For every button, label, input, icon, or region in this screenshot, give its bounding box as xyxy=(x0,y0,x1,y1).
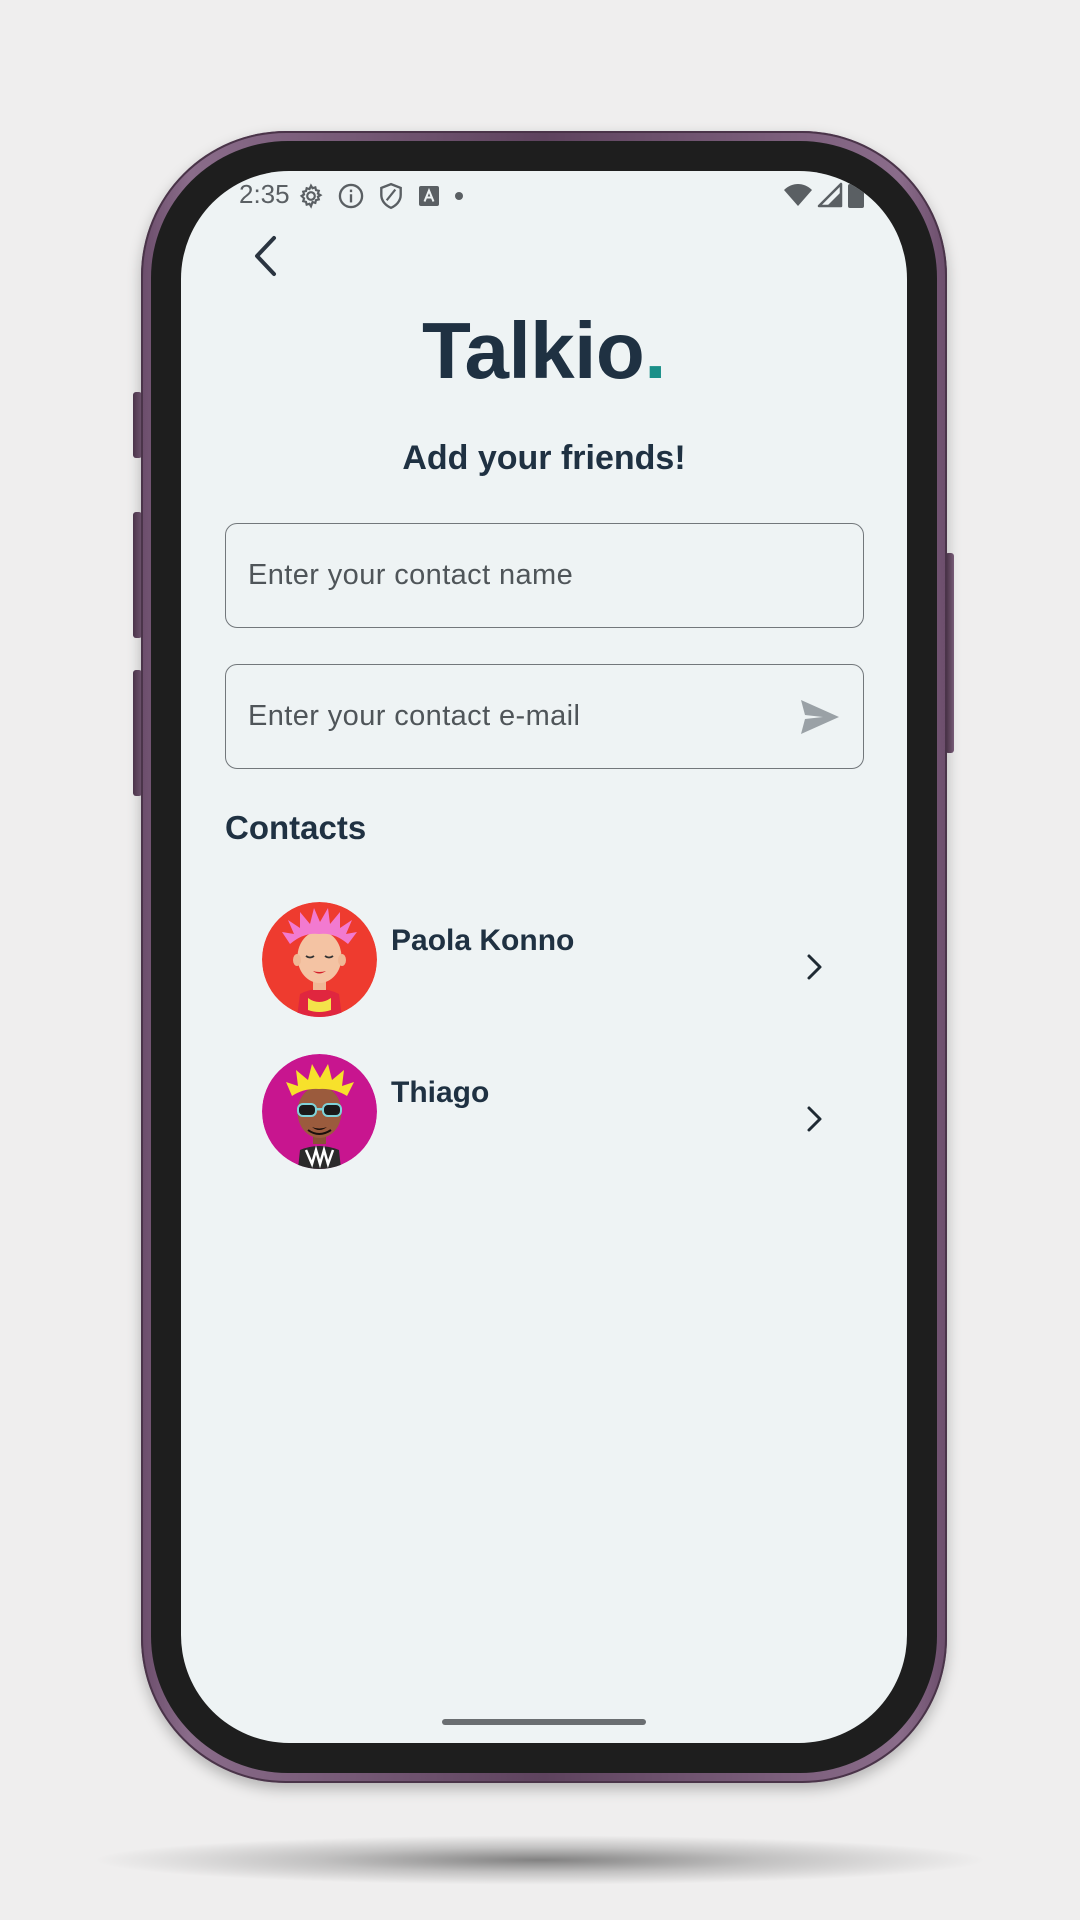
status-notification-icons xyxy=(298,181,477,211)
contact-email-field[interactable] xyxy=(225,664,864,769)
status-system-icons xyxy=(783,181,865,214)
device-mockup: 2:35 Talkio. Add your friends! Enter you… xyxy=(0,0,1080,1920)
contact-name-field[interactable] xyxy=(225,523,864,628)
contact-name: Paola Konno xyxy=(391,924,575,957)
chevron-right-icon[interactable] xyxy=(799,1104,829,1134)
send-button[interactable] xyxy=(799,697,841,737)
app-screen: 2:35 Talkio. Add your friends! Enter you… xyxy=(181,171,907,1743)
contact-list-item[interactable]: Thiago xyxy=(221,1054,861,1174)
contact-name-input[interactable] xyxy=(248,524,808,627)
signal-icon xyxy=(817,182,843,213)
dot-icon xyxy=(454,191,464,201)
gear-icon xyxy=(298,183,324,209)
chevron-left-icon xyxy=(255,236,276,276)
font-a-icon xyxy=(417,184,441,208)
contact-email-input[interactable] xyxy=(248,665,808,768)
contact-name: Thiago xyxy=(391,1076,490,1109)
send-icon xyxy=(801,700,839,734)
logo-accent-dot: . xyxy=(644,306,666,395)
status-time: 2:35 xyxy=(239,179,290,209)
contact-list-item[interactable]: Paola Konno xyxy=(221,902,861,1022)
shield-icon xyxy=(378,182,404,210)
wifi-icon xyxy=(783,182,813,213)
chevron-right-icon[interactable] xyxy=(799,952,829,982)
info-icon xyxy=(337,182,365,210)
avatar xyxy=(262,1054,377,1169)
battery-icon xyxy=(847,181,865,214)
avatar xyxy=(262,902,377,1017)
device-shadow xyxy=(90,1835,990,1885)
contacts-heading: Contacts xyxy=(225,809,367,846)
logo-text: Talkio xyxy=(422,306,645,395)
home-indicator[interactable] xyxy=(442,1719,646,1725)
app-logo: Talkio. xyxy=(181,305,907,397)
back-button[interactable] xyxy=(241,231,291,281)
status-bar: 2:35 xyxy=(181,171,907,221)
page-subtitle: Add your friends! xyxy=(402,439,686,477)
